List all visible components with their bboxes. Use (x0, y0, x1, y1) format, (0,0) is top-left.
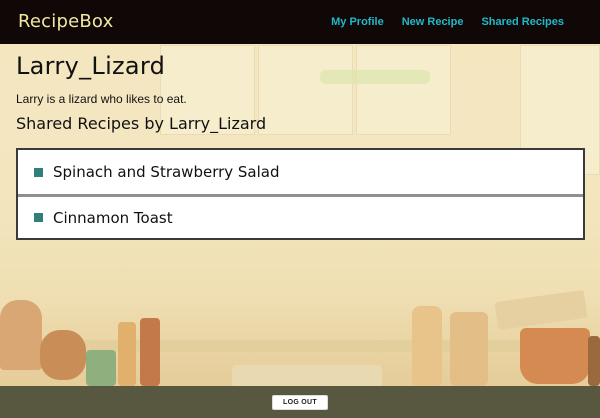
background-object (412, 306, 442, 386)
recipe-title: Cinnamon Toast (53, 208, 173, 227)
nav-link-new-recipe[interactable]: New Recipe (402, 16, 464, 28)
profile-bio: Larry is a lizard who likes to eat. (16, 92, 187, 106)
background-object (450, 312, 488, 386)
nav-links: My Profile New Recipe Shared Recipes (331, 16, 564, 28)
profile-username: Larry_Lizard (16, 52, 166, 80)
shared-recipes-heading: Shared Recipes by Larry_Lizard (16, 114, 267, 133)
recipe-title: Spinach and Strawberry Salad (53, 163, 280, 181)
background-object (588, 336, 600, 386)
profile-content: Larry_Lizard Larry is a lizard who likes… (16, 52, 586, 133)
background-object (232, 365, 382, 387)
nav-link-shared-recipes[interactable]: Shared Recipes (481, 16, 564, 28)
background-object (520, 328, 590, 384)
recipe-list-item[interactable]: Spinach and Strawberry Salad (18, 150, 583, 194)
nav-link-my-profile[interactable]: My Profile (331, 16, 384, 28)
logout-button[interactable]: LOG OUT (272, 394, 328, 410)
brand-logo-link[interactable]: RecipeBox (18, 11, 113, 32)
background-object (40, 330, 86, 380)
background-object (86, 350, 116, 386)
background-object (118, 322, 136, 386)
background-object (0, 300, 42, 370)
footer-bar: LOG OUT (0, 386, 600, 418)
recipe-list: Spinach and Strawberry Salad Cinnamon To… (16, 148, 585, 240)
square-bullet-icon (34, 213, 43, 222)
square-bullet-icon (34, 167, 43, 177)
recipe-list-item[interactable]: Cinnamon Toast (18, 194, 583, 238)
background-object (140, 318, 160, 386)
navbar: RecipeBox My Profile New Recipe Shared R… (0, 0, 600, 44)
